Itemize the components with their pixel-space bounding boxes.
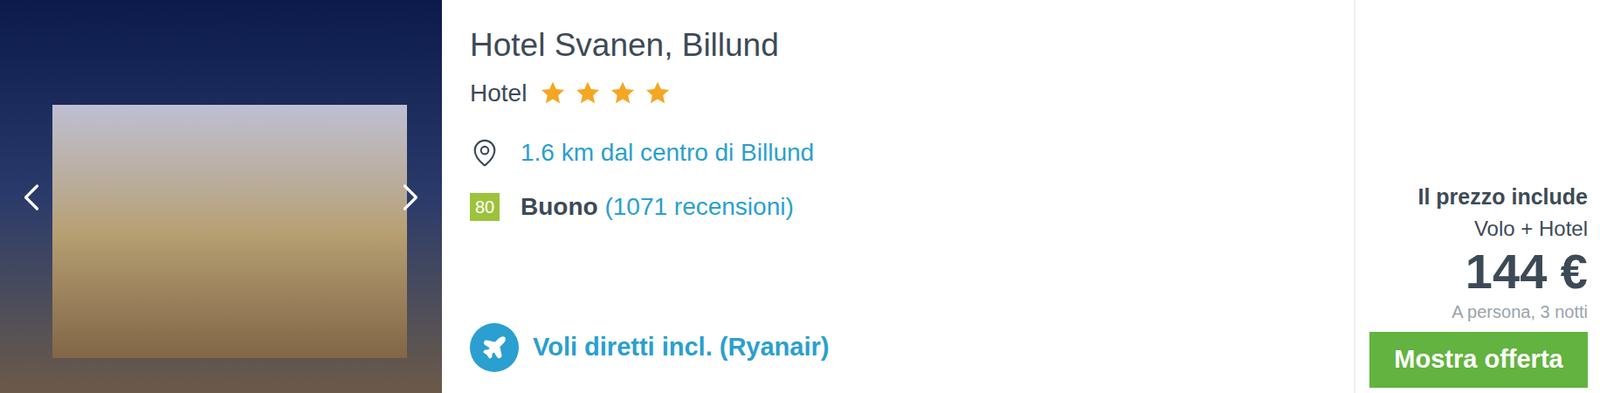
hotel-rating[interactable]: 80 Buono (1071 recensioni) xyxy=(469,188,1354,226)
next-photo-button[interactable] xyxy=(387,174,434,221)
flights-info[interactable]: Voli diretti incl. (Ryanair) xyxy=(469,323,1354,373)
price-includes: Volo + Hotel xyxy=(1474,213,1588,245)
hotel-title[interactable]: Hotel Svanen, Billund xyxy=(469,24,1354,67)
price-panel: Il prezzo includeVolo + Hotel144 €A pers… xyxy=(1353,0,1600,393)
star-icon xyxy=(643,79,672,108)
hotel-card: Hotel Svanen, Billund Hotel 1.6 km dal cen… xyxy=(0,0,1600,393)
rating-reviews[interactable]: (1071 recensioni) xyxy=(604,193,794,221)
map-pin-icon xyxy=(469,137,500,168)
hotel-photo xyxy=(0,0,442,393)
hotel-category: Hotel xyxy=(469,75,1354,112)
rating-badge: 80 xyxy=(469,193,500,221)
hotel-type: Hotel xyxy=(469,75,527,112)
chevron-left-icon xyxy=(8,174,55,221)
show-offer-button[interactable]: Mostra offerta xyxy=(1369,331,1588,388)
star-icon xyxy=(538,79,567,108)
star-icon xyxy=(608,79,637,108)
plane-icon xyxy=(469,323,519,373)
price-includes-label: Il prezzo include xyxy=(1418,180,1588,214)
previous-photo-button[interactable] xyxy=(8,174,55,221)
hotel-location[interactable]: 1.6 km dal centro di Billund xyxy=(469,134,1354,172)
star-icon xyxy=(573,79,602,108)
price-note: A persona, 3 notti xyxy=(1451,298,1588,325)
rating-label: Buono xyxy=(520,193,599,221)
price-amount: 144 € xyxy=(1465,244,1588,299)
chevron-right-icon xyxy=(387,174,434,221)
hotel-details: Hotel Svanen, Billund Hotel 1.6 km dal cen… xyxy=(441,0,1354,393)
